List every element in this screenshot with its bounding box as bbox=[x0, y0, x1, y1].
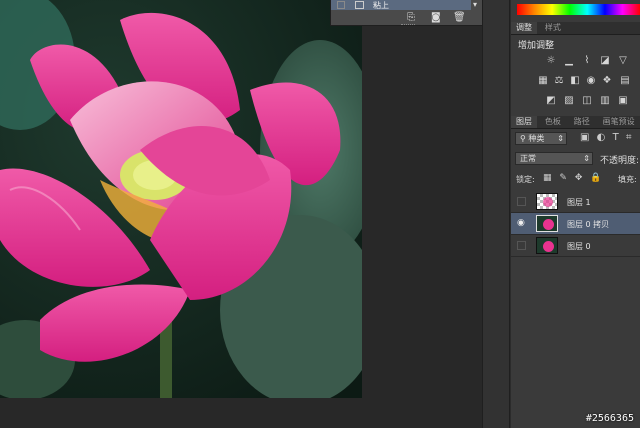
color-spectrum-bar[interactable] bbox=[517, 4, 640, 15]
adjustments-heading: 增加调整 bbox=[518, 41, 555, 51]
hue-saturation-icon[interactable]: ▦ bbox=[538, 76, 548, 86]
vibrance-icon[interactable]: ▽ bbox=[618, 56, 628, 66]
eye-icon[interactable]: ◉ bbox=[517, 219, 526, 228]
blend-mode-value: 正常 bbox=[520, 154, 536, 163]
history-step-icon bbox=[355, 1, 364, 9]
history-snapshot-checkbox[interactable] bbox=[337, 1, 345, 9]
layer-thumbnail bbox=[536, 215, 558, 232]
layer-row-selected[interactable]: ◉ 图层 0 拷贝 bbox=[511, 213, 640, 235]
color-balance-icon[interactable]: ⚖ bbox=[554, 76, 564, 86]
document-canvas[interactable] bbox=[0, 0, 362, 398]
layer-filter-icons: ▣ ◐ T ⌗ bbox=[580, 132, 632, 143]
layer-row[interactable]: 图层 1 bbox=[511, 191, 640, 213]
filter-kind-label: 种类 bbox=[528, 134, 545, 143]
panel-resize-grip[interactable] bbox=[401, 24, 415, 27]
threshold-icon[interactable]: ◫ bbox=[582, 96, 592, 106]
lock-move-icon[interactable]: ✥ bbox=[575, 173, 583, 183]
lock-brush-icon[interactable]: ✎ bbox=[559, 173, 567, 183]
filter-adjustment-icon[interactable]: ◐ bbox=[597, 132, 606, 143]
tab-paths[interactable]: 路径 bbox=[569, 116, 595, 128]
channel-mixer-icon[interactable]: ❖ bbox=[602, 76, 612, 86]
tab-layers[interactable]: 图层 bbox=[511, 116, 537, 128]
adjustments-tabbar: 调整 样式 bbox=[511, 22, 640, 35]
filter-pixel-icon[interactable]: ▣ bbox=[580, 132, 589, 143]
tab-adjustments[interactable]: 调整 bbox=[511, 22, 537, 34]
black-white-icon[interactable]: ◧ bbox=[570, 76, 580, 86]
tab-swatches[interactable]: 色板 bbox=[540, 116, 566, 128]
layer-name: 图层 1 bbox=[567, 198, 591, 207]
gradient-map-icon[interactable]: ▥ bbox=[600, 96, 610, 106]
layer-thumbnail bbox=[536, 237, 558, 254]
chevron-down-icon: ⇕ bbox=[583, 154, 590, 163]
layer-filter-kind-select[interactable]: ⚲ 种类 ⇕ bbox=[515, 132, 567, 145]
layer-name: 图层 0 拷贝 bbox=[567, 220, 610, 229]
blend-mode-select[interactable]: 正常 ⇕ bbox=[515, 152, 593, 165]
fill-label: 填充: bbox=[618, 175, 637, 184]
history-item-label: 粘上 bbox=[373, 1, 389, 10]
lock-label: 锁定: bbox=[516, 175, 535, 184]
color-lookup-icon[interactable]: ▤ bbox=[620, 76, 630, 86]
filter-type-icon[interactable]: T bbox=[613, 132, 619, 143]
lotus-photo bbox=[0, 0, 362, 398]
tab-brush-presets[interactable]: 画笔预设 bbox=[598, 116, 640, 128]
watermark-text: #2566365 bbox=[585, 413, 634, 424]
opacity-label: 不透明度: bbox=[600, 156, 640, 166]
camera-snapshot-icon[interactable]: ◙ bbox=[431, 12, 441, 23]
curves-icon[interactable]: ⌇ bbox=[582, 56, 592, 66]
lock-buttons: ▦ ✎ ✥ 🔒 bbox=[543, 173, 601, 183]
brightness-icon[interactable]: ☼ bbox=[546, 56, 556, 66]
lock-all-icon[interactable]: 🔒 bbox=[590, 173, 601, 183]
invert-icon[interactable]: ◩ bbox=[546, 96, 556, 106]
levels-icon[interactable]: ▁ bbox=[564, 56, 574, 66]
chevron-down-icon: ⇕ bbox=[557, 134, 564, 143]
visibility-toggle[interactable] bbox=[517, 197, 526, 206]
panel-menu-icon[interactable]: ▾ bbox=[473, 0, 477, 9]
lock-transparent-icon[interactable]: ▦ bbox=[543, 173, 552, 183]
layers-tabbar: 图层 色板 路径 画笔预设 3D bbox=[511, 116, 640, 129]
history-item[interactable]: 粘上 bbox=[331, 0, 471, 10]
posterize-icon[interactable]: ▨ bbox=[564, 96, 574, 106]
selective-color-icon[interactable]: ▣ bbox=[618, 96, 628, 106]
layer-row[interactable]: 图层 0 bbox=[511, 235, 640, 257]
exposure-icon[interactable]: ◪ bbox=[600, 56, 610, 66]
photo-filter-icon[interactable]: ◉ bbox=[586, 76, 596, 86]
trash-icon[interactable]: 🗑 bbox=[453, 12, 466, 23]
history-panel[interactable]: 粘上 ▾ ⎘ ◙ 🗑 bbox=[330, 0, 482, 26]
visibility-toggle[interactable] bbox=[517, 241, 526, 250]
tab-styles[interactable]: 样式 bbox=[540, 22, 566, 34]
panel-dock-gutter bbox=[482, 0, 510, 428]
new-document-from-state-icon[interactable]: ⎘ bbox=[407, 12, 415, 23]
layer-thumbnail bbox=[536, 193, 558, 210]
filter-shape-icon[interactable]: ⌗ bbox=[626, 132, 632, 143]
layer-name: 图层 0 bbox=[567, 242, 591, 251]
